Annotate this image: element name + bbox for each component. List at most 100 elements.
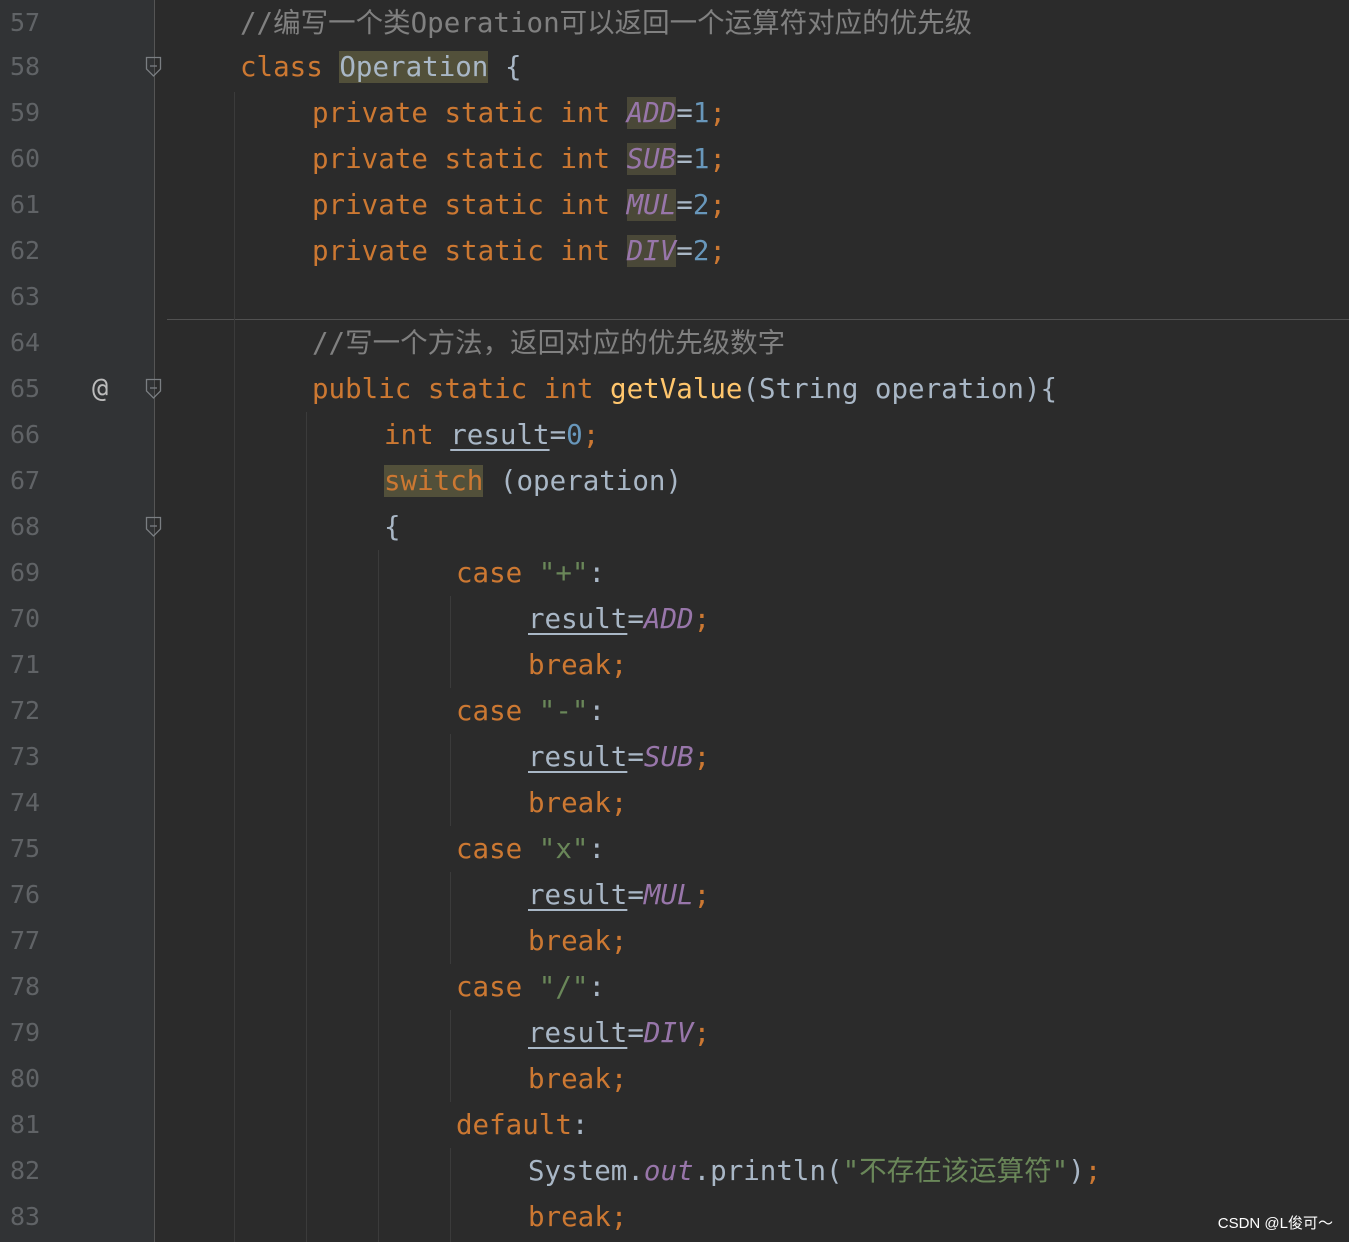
override-marker-icon[interactable]: @ [92,366,108,412]
code-line: 60 private static int SUB=1; [0,136,1349,182]
code-line: 80 break; [0,1056,1349,1102]
line-number: 67 [10,466,41,495]
line-number: 77 [10,926,41,955]
line-number: 64 [10,328,41,357]
colon: : [588,971,606,1003]
line-number: 73 [10,742,41,771]
line-number: 75 [10,834,41,863]
code-line: 63 [0,274,1349,320]
brace: { [384,511,401,543]
line-number: 62 [10,236,41,265]
code-line: 70 result=ADD; [0,596,1349,642]
field-name: SUB [626,143,677,175]
operator: = [627,1017,644,1049]
code-line: 59 private static int ADD=1; [0,90,1349,136]
operator: = [676,235,693,267]
brace: { [504,51,522,83]
code-text: public static int getValue(String operat… [312,366,1057,412]
keyword: case [456,695,523,727]
modifiers: private static int [312,235,611,267]
code-line: 81 default: [0,1102,1349,1148]
code-line: 71 break; [0,642,1349,688]
line-number: 59 [10,98,41,127]
code-line: 57 //编写一个类Operation可以返回一个运算符对应的优先级 [0,0,1349,46]
code-text: case "+": [456,550,605,596]
line-number: 72 [10,696,41,725]
colon: : [571,1109,589,1141]
code-text: default: [456,1102,588,1148]
line-number: 65 [10,374,41,403]
string-literal: "x" [538,833,589,865]
modifiers: private static int [312,97,611,129]
string-literal: "-" [538,695,589,727]
string-literal: "+" [538,557,589,589]
field-ref: SUB [643,741,694,773]
keyword: break; [528,649,628,681]
keyword: break; [528,787,628,819]
code-line: 72 case "-": [0,688,1349,734]
code-line: 64 //写一个方法，返回对应的优先级数字 [0,320,1349,366]
field-ref: MUL [643,879,694,911]
method-name: getValue [610,373,743,405]
operator: = [676,143,693,175]
fold-icon[interactable] [145,56,162,78]
semicolon: ; [709,235,726,267]
line-number: 60 [10,144,41,173]
code-line: 73 result=SUB; [0,734,1349,780]
colon: : [588,557,606,589]
variable: result [528,1017,628,1049]
variable: result [528,879,628,911]
variable: result [450,419,550,451]
number-literal: 0 [566,419,583,451]
field-ref: out [643,1155,694,1187]
line-number: 66 [10,420,41,449]
semicolon: ; [709,97,726,129]
line-number: 70 [10,604,41,633]
code-editor[interactable]: 57 //编写一个类Operation可以返回一个运算符对应的优先级 58 cl… [0,0,1349,1242]
keyword: break; [528,1063,628,1095]
code-line: 58 class Operation { [0,44,1349,90]
code-line: 65 @ public static int getValue(String o… [0,366,1349,412]
number-literal: 1 [692,143,710,175]
code-text: private static int ADD=1; [312,90,726,136]
operator: = [549,419,567,451]
modifiers: private static int [312,143,611,175]
keyword: break; [528,1201,628,1233]
code-text: result=ADD; [528,596,710,642]
parameters: (String operation){ [742,373,1058,405]
code-line: 69 case "+": [0,550,1349,596]
code-text: private static int SUB=1; [312,136,726,182]
code-line: 76 result=MUL; [0,872,1349,918]
code-line: 74 break; [0,780,1349,826]
keyword: break; [528,925,628,957]
semicolon: ; [1084,1155,1102,1187]
paren: ) [1068,1155,1085,1187]
line-number: 79 [10,1018,41,1047]
keyword: int [384,419,434,451]
field-ref: DIV [643,1017,694,1049]
keyword: case [456,833,523,865]
code-line: 82 System.out.println("不存在该运算符"); [0,1148,1349,1194]
modifiers: public static int [312,373,594,405]
line-number: 78 [10,972,41,1001]
code-text: result=DIV; [528,1010,710,1056]
semicolon: ; [693,741,711,773]
method-call: .println( [693,1155,843,1187]
semicolon: ; [582,419,600,451]
code-line: 61 private static int MUL=2; [0,182,1349,228]
keyword: class [240,51,323,83]
code-text: System.out.println("不存在该运算符"); [528,1148,1101,1194]
line-number: 83 [10,1202,41,1231]
semicolon: ; [693,879,711,911]
code-text: switch (operation) [384,458,682,504]
semicolon: ; [709,143,726,175]
fold-icon[interactable] [145,378,162,400]
line-number: 80 [10,1064,41,1093]
comment: //写一个方法，返回对应的优先级数字 [312,327,786,359]
field-ref: ADD [643,603,694,635]
fold-icon[interactable] [145,516,162,538]
line-number: 58 [10,52,41,81]
semicolon: ; [709,189,726,221]
line-number: 71 [10,650,41,679]
variable: result [528,741,628,773]
